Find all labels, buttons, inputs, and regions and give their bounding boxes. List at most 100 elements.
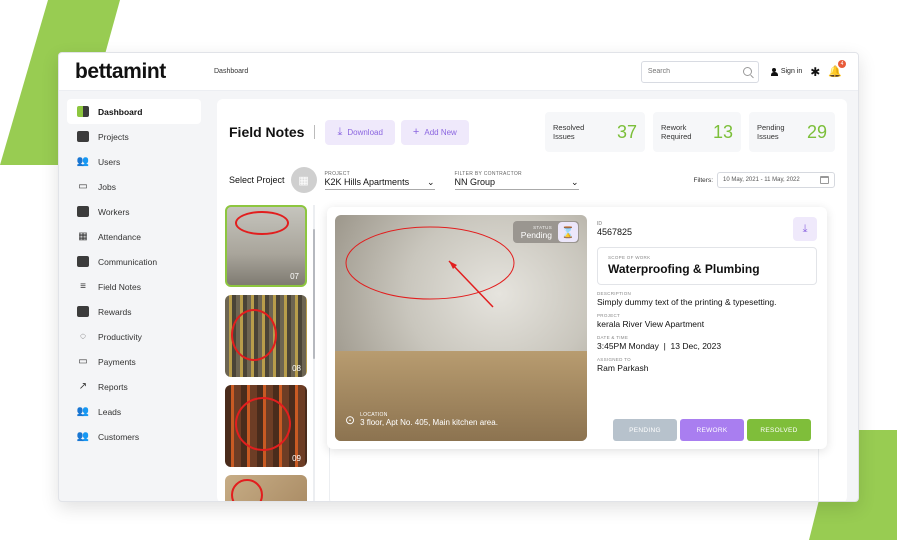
notification-badge: 4 bbox=[838, 60, 846, 68]
breadcrumb[interactable]: Dashboard bbox=[214, 68, 641, 75]
scope-of-work-box: SCOPE OF WORK Waterproofing & Plumbing bbox=[597, 247, 817, 285]
note-download-button[interactable]: ⤓ bbox=[793, 217, 817, 241]
project-field: PROJECT kerala River View Apartment bbox=[597, 313, 817, 329]
sidebar-item-projects[interactable]: Projects bbox=[67, 124, 201, 149]
field-value: Ram Parkash bbox=[597, 363, 649, 373]
sidebar-item-label: Users bbox=[98, 156, 121, 167]
annotation-overlay bbox=[345, 226, 515, 308]
sidebar-item-users[interactable]: 👥 Users bbox=[67, 149, 201, 174]
contractor-dropdown[interactable]: FILTER BY CONTRACTOR NN Group ⌄ bbox=[454, 171, 579, 190]
productivity-icon: ◌ bbox=[80, 331, 86, 342]
sidebar-item-label: Rewards bbox=[98, 306, 132, 317]
thumbnail-item[interactable]: 08 bbox=[225, 295, 307, 377]
page: bettamint Dashboard Sign in ✱ 🔔4 Dashboa… bbox=[0, 0, 897, 540]
field-value: kerala River View Apartment bbox=[597, 319, 705, 329]
sidebar-item-attendance[interactable]: ▦ Attendance bbox=[67, 224, 201, 249]
status-actions: PENDING REWORK RESOLVED bbox=[613, 419, 811, 441]
date-range-picker[interactable]: 10 May, 2021 - 11 May, 2022 bbox=[717, 172, 835, 188]
location-pin-icon: ⊙ bbox=[345, 412, 356, 427]
bell-icon[interactable]: 🔔 4 bbox=[828, 60, 846, 78]
sidebar-item-dashboard[interactable]: Dashboard bbox=[67, 99, 201, 124]
sidebar-item-label: Leads bbox=[98, 406, 122, 417]
stat-label: Rework Required bbox=[661, 123, 692, 141]
title-divider bbox=[314, 125, 316, 139]
highlight-circle bbox=[235, 397, 291, 451]
download-icon: ⤓ bbox=[802, 222, 808, 235]
sidebar-item-label: Jobs bbox=[98, 181, 116, 192]
sidebar-item-customers[interactable]: 👥 Customers bbox=[67, 424, 201, 449]
field-value: 3:45PM Monday | 13 Dec, 2023 bbox=[597, 341, 722, 351]
thumbnail-item[interactable]: 07 bbox=[225, 205, 307, 287]
sidebar-item-reports[interactable]: ↗ Reports bbox=[67, 374, 201, 399]
pending-button[interactable]: PENDING bbox=[613, 419, 677, 441]
chevron-down-icon: ⌄ bbox=[570, 176, 579, 187]
field-caption: DESCRIPTION bbox=[597, 291, 632, 296]
download-button[interactable]: ⤓ Download bbox=[325, 119, 395, 145]
status-caption: STATUS bbox=[533, 224, 552, 230]
user-icon bbox=[770, 67, 778, 76]
highlight-circle bbox=[231, 309, 277, 361]
stat-value: 29 bbox=[806, 121, 827, 142]
rework-button[interactable]: REWORK bbox=[680, 419, 744, 441]
stat-rework-required[interactable]: Rework Required 13 bbox=[653, 112, 741, 152]
sidebar-item-label: Communication bbox=[98, 256, 158, 267]
sign-in-link[interactable]: Sign in bbox=[770, 67, 803, 76]
sidebar-item-label: Payments bbox=[98, 356, 136, 367]
thumbnail-item[interactable] bbox=[225, 475, 307, 501]
sidebar-item-payments[interactable]: ▭ Payments bbox=[67, 349, 201, 374]
stat-resolved-issues[interactable]: Resolved Issues 37 bbox=[545, 112, 645, 152]
main-panel: Field Notes ⤓ Download + Add New Resolved I… bbox=[217, 99, 847, 501]
thumbnail-list[interactable]: 07 08 09 bbox=[225, 205, 309, 501]
worker-badge-icon bbox=[77, 206, 89, 217]
id-value: 4567825 bbox=[597, 227, 633, 237]
field-caption: ASSIGNED TO bbox=[597, 357, 631, 362]
filters-label: Filters: bbox=[693, 176, 714, 184]
thumbnail-item[interactable]: 09 bbox=[225, 385, 307, 467]
page-title: Field Notes bbox=[229, 124, 305, 140]
stat-pending-issues[interactable]: Pending Issues 29 bbox=[749, 112, 835, 152]
sidebar-item-productivity[interactable]: ◌ Productivity bbox=[67, 324, 201, 349]
field-caption: PROJECT bbox=[597, 313, 621, 318]
search-box[interactable] bbox=[640, 60, 759, 83]
dropdown-value: NN Group ⌄ bbox=[454, 176, 579, 187]
resolved-button[interactable]: RESOLVED bbox=[747, 419, 811, 441]
thumbnail-number: 08 bbox=[292, 364, 301, 373]
field-caption: DATE & TIME bbox=[597, 335, 629, 340]
project-building-icon: ▦ bbox=[290, 167, 317, 193]
gear-icon[interactable]: ✱ bbox=[810, 65, 820, 79]
project-dropdown[interactable]: PROJECT K2K Hills Apartments ⌄ bbox=[324, 171, 435, 190]
assigned-field: ASSIGNED TO Ram Parkash bbox=[597, 357, 817, 373]
field-note-card: STATUS Pending ⌛ ⊙ LOCATION 3 floor, Apt… bbox=[327, 207, 827, 449]
sidebar-item-leads[interactable]: 👥 Leads bbox=[67, 399, 201, 424]
add-new-button[interactable]: + Add New bbox=[400, 119, 469, 145]
clipboard-icon bbox=[77, 131, 89, 142]
highlight-circle bbox=[231, 479, 263, 501]
customers-icon: 👥 bbox=[76, 431, 90, 442]
sidebar-item-label: Field Notes bbox=[98, 281, 141, 292]
briefcase-icon: ▭ bbox=[78, 181, 88, 192]
thumbnail-number: 09 bbox=[292, 454, 301, 463]
search-input[interactable] bbox=[647, 68, 738, 75]
dashboard-icon bbox=[77, 106, 89, 117]
list-icon: ≡ bbox=[80, 281, 86, 292]
sidebar-item-label: Reports bbox=[98, 381, 128, 392]
sidebar-item-jobs[interactable]: ▭ Jobs bbox=[67, 174, 201, 199]
stat-value: 13 bbox=[712, 121, 733, 142]
sidebar-item-label: Productivity bbox=[98, 331, 142, 342]
trend-icon: ↗ bbox=[78, 381, 88, 392]
search-icon[interactable] bbox=[742, 67, 752, 76]
location-value: 3 floor, Apt No. 405, Main kitchen area. bbox=[360, 418, 498, 427]
sidebar-item-field-notes[interactable]: ≡ Field Notes bbox=[67, 274, 201, 299]
sidebar-item-label: Customers bbox=[98, 431, 140, 442]
calendar-icon[interactable] bbox=[820, 176, 829, 184]
note-details: ID 4567825 ⤓ SCOPE OF WORK Waterproofing… bbox=[597, 215, 817, 373]
app-logo[interactable]: bettamint bbox=[59, 60, 214, 84]
hourglass-icon: ⌛ bbox=[558, 222, 578, 242]
thumbnail-scrollbar-thumb[interactable] bbox=[313, 229, 315, 359]
sidebar-item-workers[interactable]: Workers bbox=[67, 199, 201, 224]
sidebar-item-label: Projects bbox=[98, 131, 129, 142]
sidebar-item-communication[interactable]: Communication bbox=[67, 249, 201, 274]
sidebar-item-rewards[interactable]: Rewards bbox=[67, 299, 201, 324]
field-note-photo[interactable]: STATUS Pending ⌛ ⊙ LOCATION 3 floor, Apt… bbox=[335, 215, 587, 441]
sign-in-label: Sign in bbox=[780, 68, 803, 75]
